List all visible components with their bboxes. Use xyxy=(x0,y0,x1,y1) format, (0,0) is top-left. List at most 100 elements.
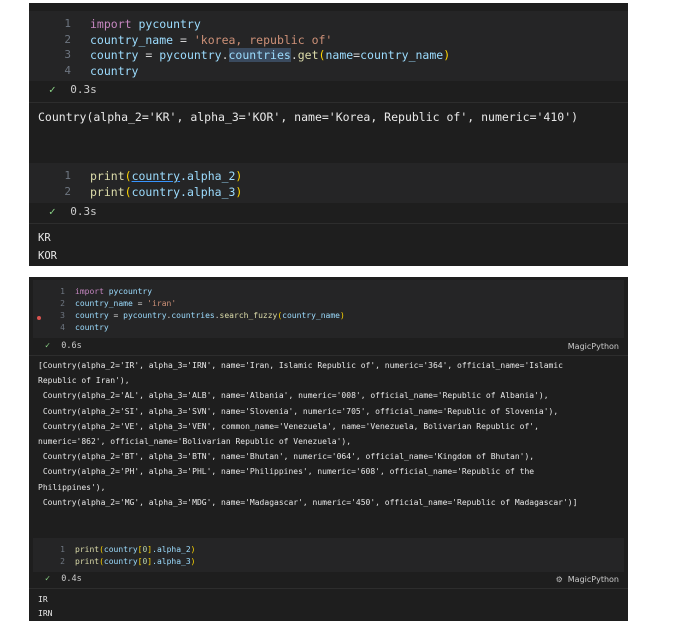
output-line: Country(alpha_2='AL', alpha_3='ALB', nam… xyxy=(38,391,549,401)
code-token: print xyxy=(90,184,125,199)
code-cell-input[interactable]: 1 print(country.alpha_2) 2 print(country.al… xyxy=(29,163,628,203)
code-token: country xyxy=(75,311,109,320)
output-line: Country(alpha_2='SI', alpha_3='SVN', nam… xyxy=(38,406,559,416)
code-line[interactable]: country_name = 'iran' xyxy=(75,299,176,308)
line-number: 3 xyxy=(64,48,71,61)
output-line: Country(alpha_2='VE', alpha_3='VEN', com… xyxy=(38,421,539,431)
line-number: 2 xyxy=(60,557,65,566)
code-token: name xyxy=(325,48,354,62)
code-line[interactable]: import pycountry xyxy=(90,17,201,31)
code-token: ) xyxy=(190,545,196,554)
cell-status: ✓ 0.6s xyxy=(45,341,82,351)
execution-time: 0.3s xyxy=(70,205,97,218)
code-token: country_name xyxy=(282,311,340,320)
success-check-icon: ✓ xyxy=(45,574,51,584)
code-line[interactable]: import pycountry xyxy=(75,287,152,296)
language-status[interactable]: ⚙ MagicPython xyxy=(556,575,619,584)
code-token: ) xyxy=(339,311,345,320)
code-token: country_name xyxy=(90,32,174,47)
code-token: countries xyxy=(228,48,291,62)
code-token: country xyxy=(75,323,109,332)
output-line: Country(alpha_2='BT', alpha_3='BTN', nam… xyxy=(38,452,535,462)
code-token: country xyxy=(131,169,181,183)
code-token: ) xyxy=(190,557,196,566)
line-number: 1 xyxy=(60,287,65,296)
code-line[interactable]: country xyxy=(75,323,109,332)
code-token: 'iran' xyxy=(147,299,177,308)
code-token: = xyxy=(173,32,194,47)
cell-status: ✓ 0.4s xyxy=(45,574,82,584)
execution-time: 0.6s xyxy=(61,341,82,351)
line-number: 1 xyxy=(64,169,71,182)
code-line[interactable]: print(country.alpha_3) xyxy=(90,185,242,199)
code-line[interactable]: print(country[0].alpha_3) xyxy=(75,557,195,566)
code-token: pycountry xyxy=(123,311,167,320)
line-number: 2 xyxy=(64,184,71,198)
output-line: KR xyxy=(38,232,51,244)
output-line: Republic of Iran'), xyxy=(38,376,130,386)
line-number: 1 xyxy=(60,545,65,554)
code-token: .alpha_3 xyxy=(180,184,236,199)
code-token: country_name xyxy=(360,48,444,62)
code-token: 'korea, republic of' xyxy=(193,32,333,47)
code-token: ) xyxy=(235,169,243,183)
code-token: . xyxy=(290,48,298,62)
code-line[interactable]: country = pycountry.countries.search_fuz… xyxy=(75,311,345,320)
language-label: MagicPython xyxy=(567,575,619,584)
cell-status: ✓ 0.3s xyxy=(49,83,97,96)
code-token: pycountry xyxy=(108,287,153,296)
line-number: 3 xyxy=(60,311,65,320)
code-token: .alpha_2 xyxy=(180,169,236,183)
success-check-icon: ✓ xyxy=(49,205,56,218)
code-token: ( xyxy=(124,184,132,199)
line-number: 4 xyxy=(64,63,71,77)
code-token: country xyxy=(90,63,139,78)
output-line: Country(alpha_2='PH', alpha_3='PHL', nam… xyxy=(38,467,535,477)
kernel-icon: ⚙ xyxy=(555,575,563,584)
code-token: get xyxy=(297,48,319,62)
code-token: ) xyxy=(443,48,451,62)
cell-status: ✓ 0.3s xyxy=(49,205,97,218)
code-token: country xyxy=(103,557,138,566)
line-number: 2 xyxy=(60,299,65,308)
code-token: = xyxy=(138,48,160,62)
notebook-screenshot-top: 1 import pycountry 2 country_name = 'korea,… xyxy=(29,3,628,266)
code-cell-input[interactable]: 1 import pycountry 2 country_name = 'korea,… xyxy=(29,11,628,81)
success-check-icon: ✓ xyxy=(45,341,51,351)
code-line[interactable]: country = pycountry.countries.get(name=c… xyxy=(90,48,450,62)
code-token: pycountry xyxy=(159,48,222,62)
code-token: pycountry xyxy=(138,17,201,31)
execution-time: 0.3s xyxy=(70,83,97,96)
output-line: Country(alpha_2='KR', alpha_3='KOR', nam… xyxy=(38,110,579,124)
output-line: numeric='862', official_name='Bolivarian… xyxy=(38,437,352,446)
code-token: . xyxy=(221,48,229,62)
code-token: = xyxy=(132,299,148,308)
execution-time: 0.4s xyxy=(61,574,82,584)
code-line[interactable]: country xyxy=(90,64,138,78)
code-token: country xyxy=(103,545,138,554)
code-token: print xyxy=(75,545,100,554)
line-number: 1 xyxy=(64,17,71,30)
code-cell-input[interactable]: 1 import pycountry 2 country_name = 'iran' 3… xyxy=(33,280,624,338)
code-line[interactable]: print(country[0].alpha_2) xyxy=(75,545,195,554)
code-line[interactable]: print(country.alpha_2) xyxy=(90,169,242,183)
code-token: .alpha_2 xyxy=(152,545,191,554)
code-token: ) xyxy=(235,184,243,199)
code-token: search_fuzzy xyxy=(219,311,278,320)
code-cell-input[interactable]: 1 print(country[0].alpha_2) 2 print(country… xyxy=(33,538,624,572)
code-token: print xyxy=(75,557,100,566)
code-token: country_name xyxy=(75,299,133,308)
output-line: IR xyxy=(38,595,48,604)
code-token: import xyxy=(90,17,139,31)
breakpoint-icon[interactable] xyxy=(37,316,41,320)
code-token: ( xyxy=(124,169,132,183)
output-line: IRN xyxy=(38,609,53,618)
code-token: .alpha_3 xyxy=(152,557,191,566)
code-token: country xyxy=(90,48,139,62)
line-number: 4 xyxy=(60,323,65,332)
code-line[interactable]: country_name = 'korea, republic of' xyxy=(90,33,332,47)
output-line: [Country(alpha_2='IR', alpha_3='IRN', na… xyxy=(38,361,563,370)
success-check-icon: ✓ xyxy=(49,83,56,96)
language-label[interactable]: MagicPython xyxy=(568,342,619,351)
code-token: import xyxy=(75,287,109,296)
